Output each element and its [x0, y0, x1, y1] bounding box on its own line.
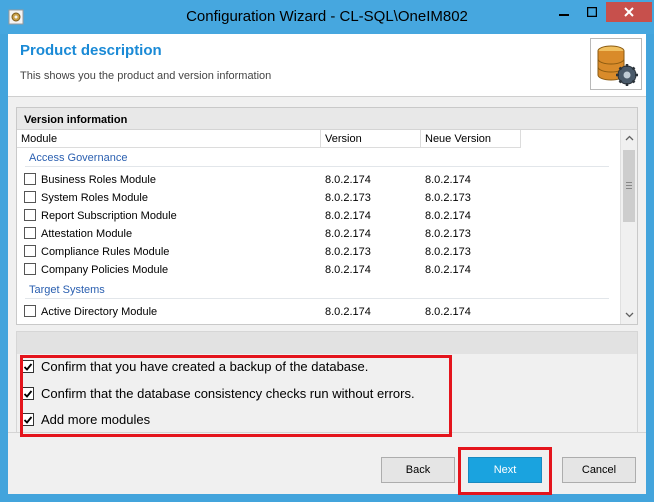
module-new-version: 8.0.2.173 — [425, 192, 471, 204]
column-header-version[interactable]: Version — [321, 130, 421, 148]
module-version: 8.0.2.173 — [325, 246, 371, 258]
module-row[interactable]: Compliance Rules Module 8.0.2.173 8.0.2.… — [17, 243, 620, 261]
module-name: Business Roles Module — [41, 174, 156, 186]
module-new-version: 8.0.2.173 — [425, 228, 471, 240]
cancel-button[interactable]: Cancel — [562, 457, 636, 483]
module-version: 8.0.2.174 — [325, 174, 371, 186]
module-version: 8.0.2.174 — [325, 306, 371, 318]
column-header-module[interactable]: Module — [17, 130, 321, 148]
module-checkbox[interactable] — [24, 173, 36, 185]
configuration-wizard-window: Configuration Wizard - CL-SQL\OneIM802 P… — [0, 0, 654, 502]
group-divider — [25, 166, 609, 167]
scroll-down-button[interactable] — [621, 307, 637, 323]
chevron-up-icon — [625, 135, 633, 141]
minimize-icon — [559, 14, 569, 16]
grip-line — [626, 185, 632, 186]
module-row[interactable]: Active Directory Module 8.0.2.174 8.0.2.… — [17, 303, 620, 321]
module-checkbox[interactable] — [24, 227, 36, 239]
page-title: Product description — [20, 42, 162, 59]
module-name: System Roles Module — [41, 192, 148, 204]
module-new-version: 8.0.2.174 — [425, 210, 471, 222]
confirmations-highlight-box — [20, 355, 452, 437]
module-checkbox[interactable] — [24, 209, 36, 221]
grip-line — [626, 182, 632, 183]
version-information-panel: Version information Module Version Neue … — [16, 107, 638, 325]
module-version: 8.0.2.174 — [325, 228, 371, 240]
column-header-new-version[interactable]: Neue Version — [421, 130, 521, 148]
module-new-version: 8.0.2.174 — [425, 306, 471, 318]
module-new-version: 8.0.2.174 — [425, 174, 471, 186]
module-version: 8.0.2.173 — [325, 192, 371, 204]
module-name: Compliance Rules Module — [41, 246, 170, 258]
module-name: Company Policies Module — [41, 264, 169, 276]
close-icon — [624, 7, 634, 17]
group-access-governance: Access Governance — [29, 152, 128, 164]
module-checkbox[interactable] — [24, 263, 36, 275]
group-target-systems: Target Systems — [29, 284, 105, 296]
module-row[interactable]: Company Policies Module 8.0.2.174 8.0.2.… — [17, 261, 620, 279]
grip-line — [626, 188, 632, 189]
group-divider — [25, 298, 609, 299]
next-button-highlight-box — [458, 447, 552, 495]
module-checkbox[interactable] — [24, 191, 36, 203]
module-new-version: 8.0.2.174 — [425, 264, 471, 276]
module-checkbox[interactable] — [24, 245, 36, 257]
maximize-icon — [587, 7, 597, 17]
module-row[interactable]: Attestation Module 8.0.2.174 8.0.2.173 — [17, 225, 620, 243]
database-gear-icon — [597, 45, 638, 86]
module-row[interactable]: Business Roles Module 8.0.2.174 8.0.2.17… — [17, 171, 620, 189]
close-button[interactable] — [606, 2, 652, 22]
minimize-button[interactable] — [550, 2, 578, 22]
module-new-version: 8.0.2.173 — [425, 246, 471, 258]
module-row[interactable]: Report Subscription Module 8.0.2.174 8.0… — [17, 207, 620, 225]
wizard-header: Product description This shows you the p… — [8, 34, 646, 96]
confirmation-panel-header — [17, 332, 637, 354]
module-name: Report Subscription Module — [41, 210, 177, 222]
module-row[interactable]: System Roles Module 8.0.2.173 8.0.2.173 — [17, 189, 620, 207]
module-name: Active Directory Module — [41, 306, 158, 318]
module-name: Attestation Module — [41, 228, 133, 240]
scroll-up-button[interactable] — [621, 130, 637, 146]
chevron-down-icon — [625, 312, 633, 318]
maximize-button[interactable] — [578, 2, 606, 22]
back-button[interactable]: Back — [381, 457, 455, 483]
version-panel-title: Version information — [17, 108, 637, 130]
module-version: 8.0.2.174 — [325, 210, 371, 222]
module-version: 8.0.2.174 — [325, 264, 371, 276]
header-logo — [590, 38, 642, 90]
module-grid[interactable]: Module Version Neue Version Access Gover… — [17, 130, 620, 324]
scrollbar-thumb[interactable] — [623, 150, 635, 222]
module-grid-scrollbar[interactable] — [620, 130, 637, 324]
module-checkbox[interactable] — [24, 305, 36, 317]
title-bar[interactable]: Configuration Wizard - CL-SQL\OneIM802 — [0, 0, 654, 34]
page-subtitle: This shows you the product and version i… — [20, 70, 272, 82]
